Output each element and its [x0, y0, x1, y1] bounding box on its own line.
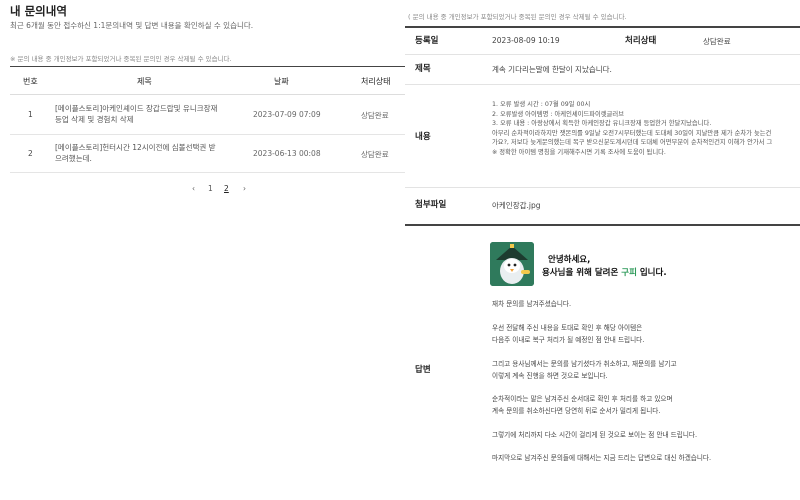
answer-line: 계속 문의를 취소하신다면 당연히 뒤로 순서가 밀리게 됩니다. — [492, 407, 661, 415]
banner-intro: 용사님을 위해 달려온 구피 입니다. — [542, 266, 667, 278]
banner-greeting: 안녕하세요, — [548, 255, 591, 265]
answer-banner: 안녕하세요, 용사님을 위해 달려온 구피 입니다. — [490, 242, 675, 286]
page-subtitle: 최근 6개월 동안 접수하신 1:1문의내역 및 답변 내용을 확인하실 수 있… — [10, 21, 254, 30]
row-number: 2 — [28, 149, 33, 158]
divider — [405, 26, 800, 28]
content-line: ※ 정확한 아이템 명칭을 기재해주시면 기록 조사에 도움이 됩니다. — [492, 148, 666, 156]
row-title-line: 등업 삭제 및 경험치 삭제 — [55, 115, 134, 124]
answer-line: 재차 문의를 남겨주셨습니다. — [492, 300, 572, 308]
subject-value: 계속 기다리는말에 한달이 지났습니다. — [492, 65, 612, 74]
row-title-line: 으려했는데. — [55, 154, 92, 163]
reg-date-value: 2023-08-09 10:19 — [492, 36, 560, 45]
row-status: 상담완료 — [361, 111, 389, 120]
header-no: 번호 — [23, 77, 38, 86]
divider — [405, 187, 800, 188]
page-1-link[interactable]: 1 — [208, 184, 213, 193]
attachment-link[interactable]: 아케인장갑.jpg — [492, 200, 541, 211]
header-title: 제목 — [137, 77, 152, 86]
inquiry-list-panel: 내 문의내역 최근 6개월 동안 접수하신 1:1문의내역 및 답변 내용을 확… — [0, 0, 405, 500]
inquiry-detail-panel: ( 문의 내용 중 개인정보가 포함되었거나 중복된 문의인 경우 삭제될 수 … — [405, 0, 800, 500]
answer-label: 답변 — [415, 365, 431, 375]
penguin-mascot-icon — [490, 242, 534, 286]
answer-line: 마지막으로 남겨주신 문의들에 대해서는 지금 드리는 답변으로 대신 하겠습니… — [492, 454, 712, 462]
subject-label: 제목 — [415, 64, 431, 74]
page-title: 내 문의내역 — [10, 4, 67, 18]
header-date: 날짜 — [274, 77, 289, 86]
row-date: 2023-07-09 07:09 — [253, 110, 321, 119]
content-line: 1. 오류 발생 시간 : 07월 09일 00시 — [492, 101, 591, 108]
list-item[interactable]: 2 [메이플스토리]헌터시간 12시이전에 심볼선택권 받 으려했는데. 202… — [10, 135, 405, 173]
reg-date-label: 등록일 — [415, 36, 439, 46]
divider — [405, 54, 800, 55]
content-line: 가요?, 저보다 늦게문의했는데 복구 받으신분도계시던데 도대체 어떤부분이 … — [492, 139, 773, 147]
banner-intro-suffix: 입니다. — [636, 268, 667, 278]
answer-line: 우선 전달해 주신 내용을 토대로 확인 후 해당 아이템은 — [492, 324, 643, 332]
answer-line: 다음주 이내로 복구 처리가 될 예정인 점 안내 드립니다. — [492, 336, 645, 344]
content-line: 아무리 순차적이라하지만 잿몬의를 9일날 오전7시부터했는데 도대체 30일이… — [492, 129, 772, 137]
list-header: 번호 제목 날짜 처리상태 — [10, 66, 405, 95]
row-title-link[interactable]: [메이플스토리]아케인셰이드 장갑드랍및 유니크장재 등업 삭제 및 경험치 삭… — [55, 103, 245, 125]
content-line: 3. 오류 내용 : 아랑상에서 획득한 아케인장갑 유니크장재 등업한거 한달… — [492, 120, 712, 128]
status-value: 상담완료 — [703, 37, 731, 46]
row-title-line: [메이플스토리]헌터시간 12시이전에 심볼선택권 받 — [55, 143, 216, 152]
divider — [405, 84, 800, 85]
answer-line: 그리고 용사님께서는 문의를 남기셨다가 취소하고, 재문의를 남기고 — [492, 360, 677, 368]
header-status: 처리상태 — [361, 77, 391, 86]
answer-line: 순차적이라는 말은 남겨주신 순서대로 확인 후 처리를 하고 있으며 — [492, 395, 673, 403]
banner-intro-text: 용사님을 위해 달려온 — [542, 268, 622, 278]
answer-line: 그렇기에 처리까지 다소 시간이 걸리게 된 것으로 보이는 점 안내 드립니다… — [492, 431, 698, 439]
row-status: 상담완료 — [361, 150, 389, 159]
row-date: 2023-06-13 00:08 — [253, 149, 321, 158]
content-line: 2. 오류발생 아이템명 : 아케인셰이드파이렛글러브 — [492, 110, 624, 118]
privacy-notice-detail: ( 문의 내용 중 개인정보가 포함되었거나 중복된 문의인 경우 삭제될 수 … — [408, 13, 627, 21]
content-body: 1. 오류 발생 시간 : 07월 09일 00시 2. 오류발생 아이템명 :… — [492, 100, 772, 158]
prev-page-button[interactable]: ‹ — [192, 184, 195, 193]
list-item[interactable]: 1 [메이플스토리]아케인셰이드 장갑드랍및 유니크장재 등업 삭제 및 경험치… — [10, 95, 405, 135]
row-title-link[interactable]: [메이플스토리]헌터시간 12시이전에 심볼선택권 받 으려했는데. — [55, 142, 245, 164]
banner-intro-name: 구피 — [621, 268, 637, 278]
row-number: 1 — [28, 110, 33, 119]
answer-line: 이렇게 계속 진행을 하면 것으로 보입니다. — [492, 372, 608, 380]
divider — [405, 224, 800, 226]
attachment-label: 첨부파일 — [415, 200, 447, 210]
privacy-notice: ※ 문의 내용 중 개인정보가 포함되었거나 중복된 문의인 경우 삭제될 수 … — [10, 55, 232, 63]
page-2-link[interactable]: 2 — [224, 184, 229, 193]
row-title-line: [메이플스토리]아케인셰이드 장갑드랍및 유니크장재 — [55, 104, 218, 113]
status-label: 처리상태 — [625, 36, 657, 46]
next-page-button[interactable]: › — [243, 184, 246, 193]
content-label: 내용 — [415, 132, 431, 142]
